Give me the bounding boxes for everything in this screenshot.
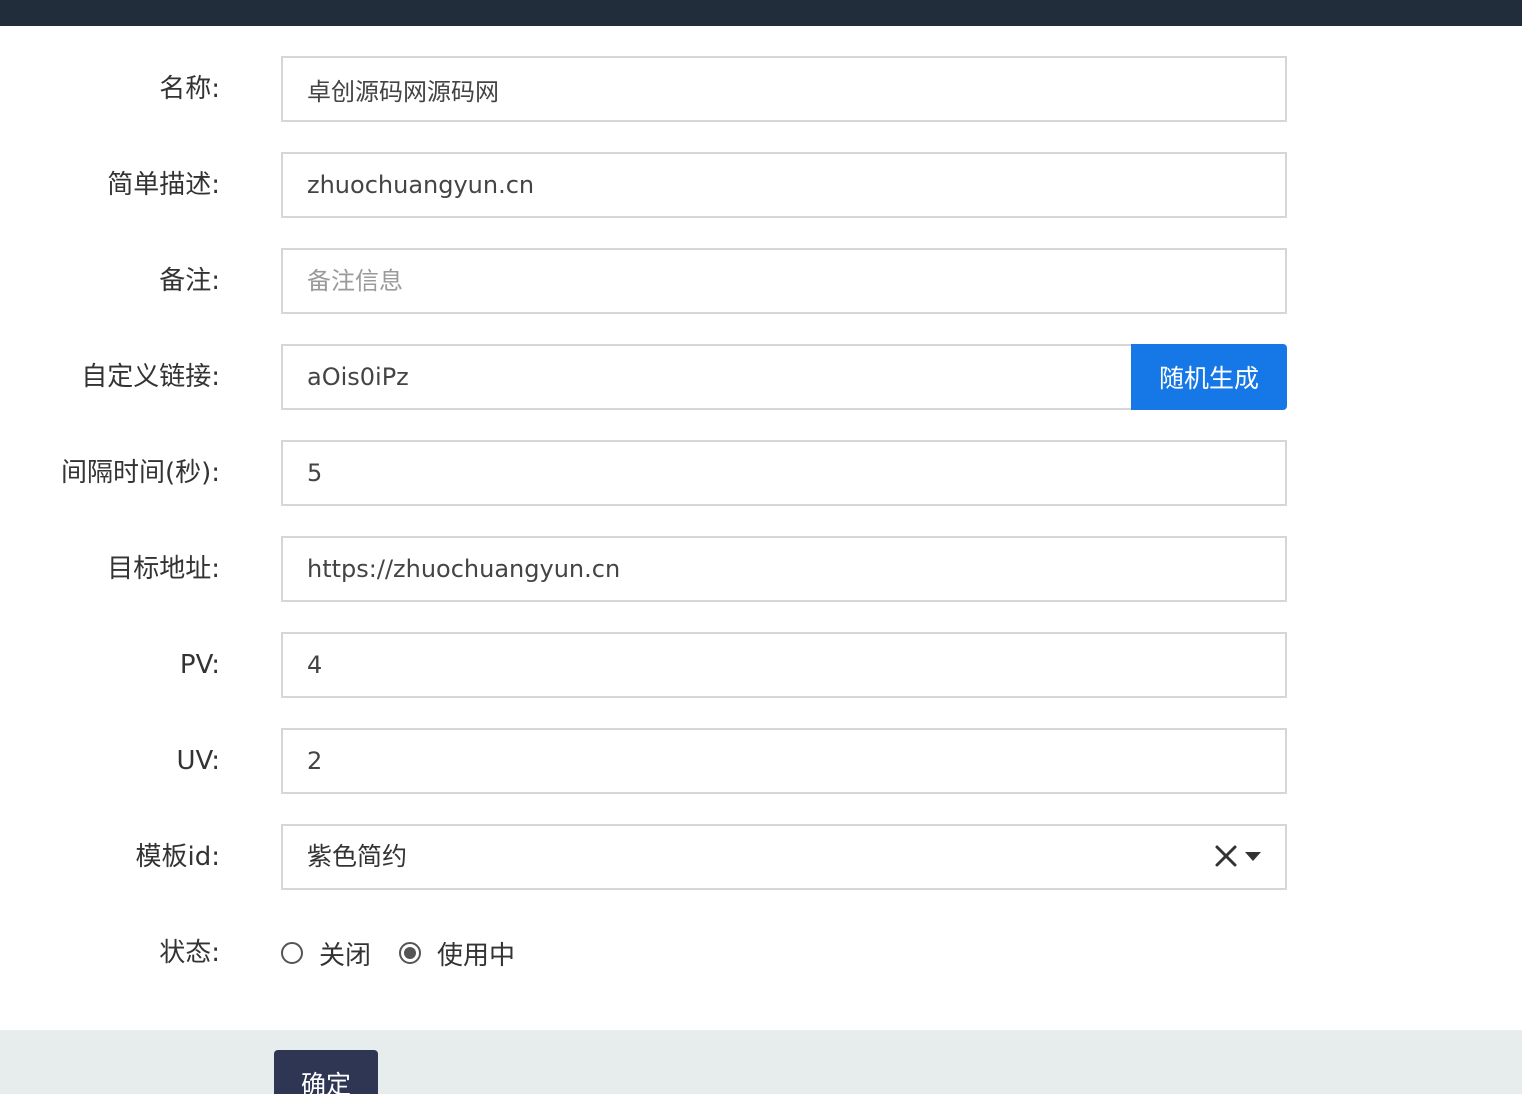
remark-input[interactable]	[281, 248, 1287, 314]
target-url-input[interactable]	[281, 536, 1287, 602]
uv-input[interactable]	[281, 728, 1287, 794]
interval-input[interactable]	[281, 440, 1287, 506]
form-row-target-url: 目标地址:	[0, 536, 1522, 602]
target-url-label: 目标地址:	[107, 554, 220, 584]
form-row-name: 名称:	[0, 56, 1522, 122]
form-row-interval: 间隔时间(秒):	[0, 440, 1522, 506]
template-select[interactable]: 紫色简约	[281, 824, 1287, 890]
form-footer: 确定	[0, 1030, 1522, 1094]
uv-label: UV:	[176, 746, 220, 776]
status-label: 状态:	[159, 938, 220, 968]
description-label: 简单描述:	[107, 170, 220, 200]
caret-down-icon[interactable]	[1245, 852, 1261, 861]
custom-link-input[interactable]	[281, 344, 1133, 410]
radio-checked-icon[interactable]	[399, 942, 422, 964]
pv-input[interactable]	[281, 632, 1287, 698]
random-generate-button[interactable]: 随机生成	[1131, 344, 1287, 410]
confirm-button[interactable]: 确定	[274, 1050, 378, 1094]
name-label: 名称:	[159, 74, 220, 104]
top-nav-bar	[0, 0, 1522, 26]
status-option-active[interactable]: 使用中	[399, 935, 515, 972]
form-row-pv: PV:	[0, 632, 1522, 698]
status-option-label: 使用中	[437, 940, 516, 971]
custom-link-label: 自定义链接:	[81, 362, 220, 392]
template-label: 模板id:	[135, 842, 221, 872]
status-option-off[interactable]: 关闭	[281, 935, 371, 972]
interval-label: 间隔时间(秒):	[60, 458, 220, 488]
status-option-label: 关闭	[319, 940, 372, 971]
close-icon[interactable]	[1213, 843, 1239, 869]
pv-label: PV:	[179, 650, 220, 680]
form-row-description: 简单描述:	[0, 152, 1522, 218]
form-row-uv: UV:	[0, 728, 1522, 794]
name-input[interactable]	[281, 56, 1287, 122]
form-row-status: 状态: 关闭 使用中	[0, 920, 1522, 986]
status-radio-group: 关闭 使用中	[281, 920, 543, 986]
template-selected-value: 紫色简约	[307, 842, 408, 871]
form-row-custom-link: 自定义链接: 随机生成	[0, 344, 1522, 410]
description-input[interactable]	[281, 152, 1287, 218]
radio-unchecked-icon[interactable]	[281, 942, 303, 964]
remark-label: 备注:	[159, 266, 220, 296]
form-row-template: 模板id: 紫色简约	[0, 824, 1522, 890]
form-row-remark: 备注:	[0, 248, 1522, 314]
